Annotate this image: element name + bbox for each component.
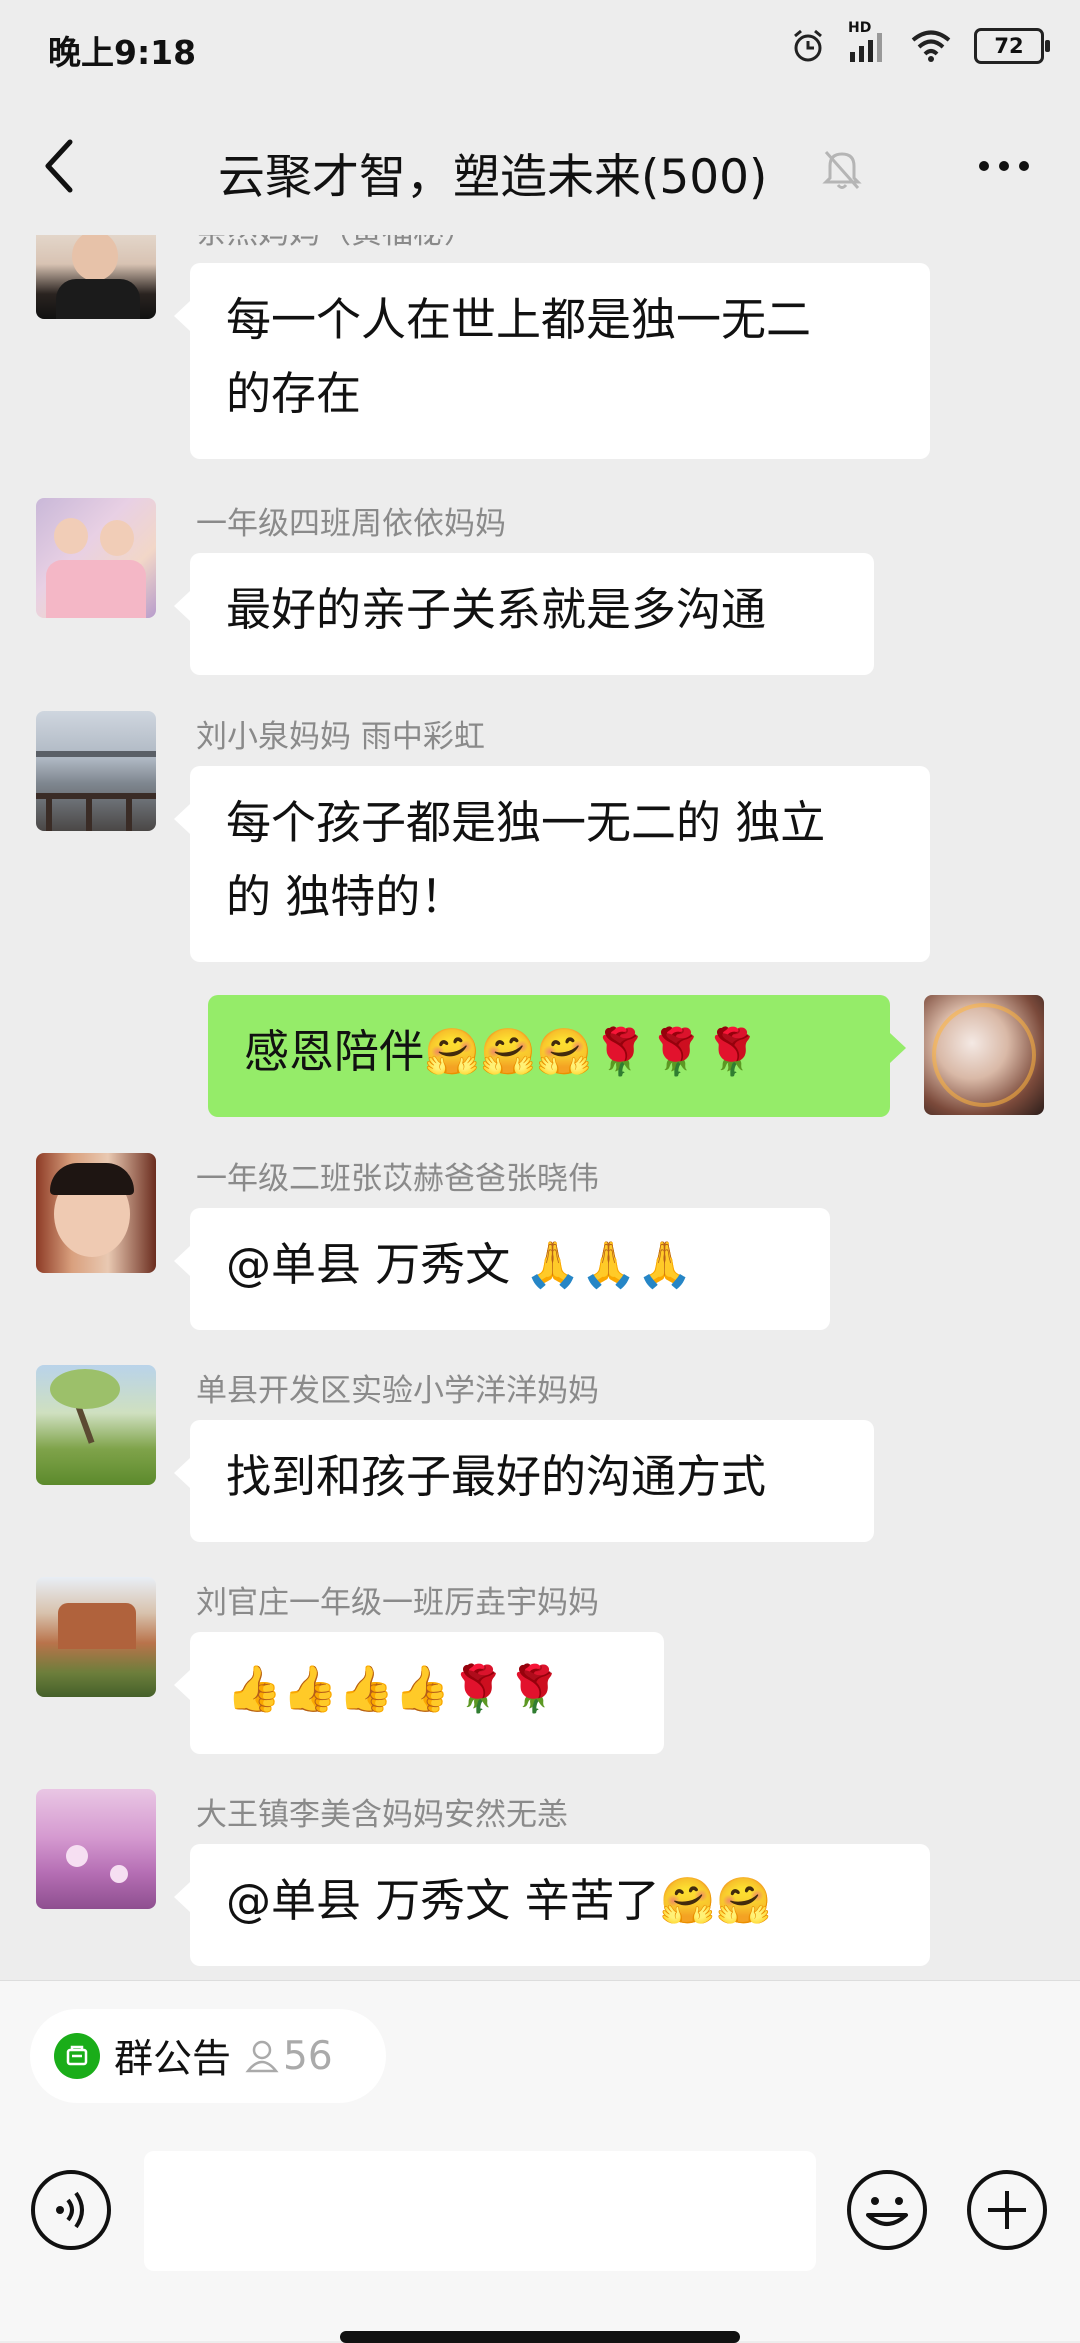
- more-options-icon[interactable]: [976, 158, 1032, 174]
- sender-name: 一年级二班张苡赫爸爸张晓伟: [196, 1161, 599, 1197]
- battery-icon: 72: [974, 28, 1050, 64]
- plus-icon[interactable]: [966, 2169, 1048, 2251]
- message-text-line: 每个孩子都是独一无二的 独立: [226, 796, 826, 849]
- status-time: 晚上9:18: [48, 33, 197, 72]
- message-text-line: 👍👍👍👍🌹🌹: [226, 1662, 563, 1715]
- message-text-line: 每一个人在世上都是独一无二: [226, 293, 812, 346]
- chat-area[interactable]: 亲然妈妈（黄福秘） 每一个人在世上都是独一无二 的存在 一年级四班周依依妈妈 最…: [0, 235, 1080, 1980]
- avatar[interactable]: [36, 498, 156, 618]
- message-text-line: 的存在: [226, 367, 362, 420]
- status-icons: HD 72: [790, 20, 1050, 64]
- home-indicator: [340, 2331, 740, 2343]
- status-bar: 晚上9:18 HD 72: [0, 0, 1080, 100]
- message-bubble[interactable]: 👍👍👍👍🌹🌹: [174, 1632, 664, 1754]
- wifi-icon: [911, 30, 951, 62]
- member-count: 56: [283, 2033, 333, 2079]
- avatar[interactable]: [36, 1153, 156, 1273]
- sender-name: 大王镇李美含妈妈安然无恙: [196, 1797, 568, 1833]
- sender-name: 刘官庄一年级一班厉垚宇妈妈: [196, 1585, 599, 1621]
- chat-header: 云聚才智，塑造未来(500): [0, 100, 1080, 235]
- message-text-line: @单县 万秀文 辛苦了🤗🤗: [226, 1874, 772, 1927]
- message-bubble[interactable]: @单县 万秀文 🙏🙏🙏: [174, 1208, 830, 1330]
- announcement-icon: [54, 2033, 100, 2079]
- back-arrow-icon[interactable]: [40, 136, 80, 196]
- sender-name: 单县开发区实验小学洋洋妈妈: [196, 1373, 599, 1409]
- sender-name: 亲然妈妈（黄福秘）: [196, 235, 475, 252]
- avatar-self[interactable]: [924, 995, 1044, 1115]
- voice-input-icon[interactable]: [30, 2169, 112, 2251]
- message-text-line: @单县 万秀文 🙏🙏🙏: [226, 1238, 693, 1291]
- message-text-line: 感恩陪伴🤗🤗🤗🌹🌹🌹: [244, 1025, 761, 1078]
- message-bubble[interactable]: 每一个人在世上都是独一无二 的存在: [174, 263, 930, 459]
- group-title: 云聚才智，塑造未来(500): [218, 150, 768, 205]
- sender-name: 一年级四班周依依妈妈: [196, 506, 506, 542]
- avatar[interactable]: [36, 235, 156, 319]
- avatar[interactable]: [36, 1577, 156, 1697]
- message-text-line: 的 独特的！: [226, 870, 466, 923]
- mute-bell-icon: [822, 151, 862, 189]
- group-notice-button[interactable]: 群公告 56: [30, 2009, 386, 2103]
- message-bubble[interactable]: @单县 万秀文 辛苦了🤗🤗: [174, 1844, 930, 1966]
- input-panel: 群公告 56: [0, 1980, 1080, 2343]
- alarm-icon: [794, 29, 822, 62]
- message-bubble[interactable]: 每个孩子都是独一无二的 独立 的 独特的！: [174, 766, 930, 962]
- message-bubble-self[interactable]: 感恩陪伴🤗🤗🤗🌹🌹🌹: [208, 995, 906, 1117]
- message-bubble[interactable]: 最好的亲子关系就是多沟通: [174, 553, 874, 675]
- group-notice-label: 群公告: [114, 2037, 232, 2082]
- message-bubble[interactable]: 找到和孩子最好的沟通方式: [174, 1420, 874, 1542]
- avatar[interactable]: [36, 711, 156, 831]
- sender-name: 刘小泉妈妈 雨中彩虹: [196, 719, 485, 755]
- avatar[interactable]: [36, 1789, 156, 1909]
- member-icon: [245, 2040, 279, 2073]
- message-text-line: 找到和孩子最好的沟通方式: [226, 1450, 767, 1503]
- emoji-icon[interactable]: [846, 2169, 928, 2251]
- signal-icon: HD: [848, 20, 888, 64]
- message-input[interactable]: [144, 2151, 816, 2271]
- avatar[interactable]: [36, 1365, 156, 1485]
- message-text-line: 最好的亲子关系就是多沟通: [226, 583, 767, 636]
